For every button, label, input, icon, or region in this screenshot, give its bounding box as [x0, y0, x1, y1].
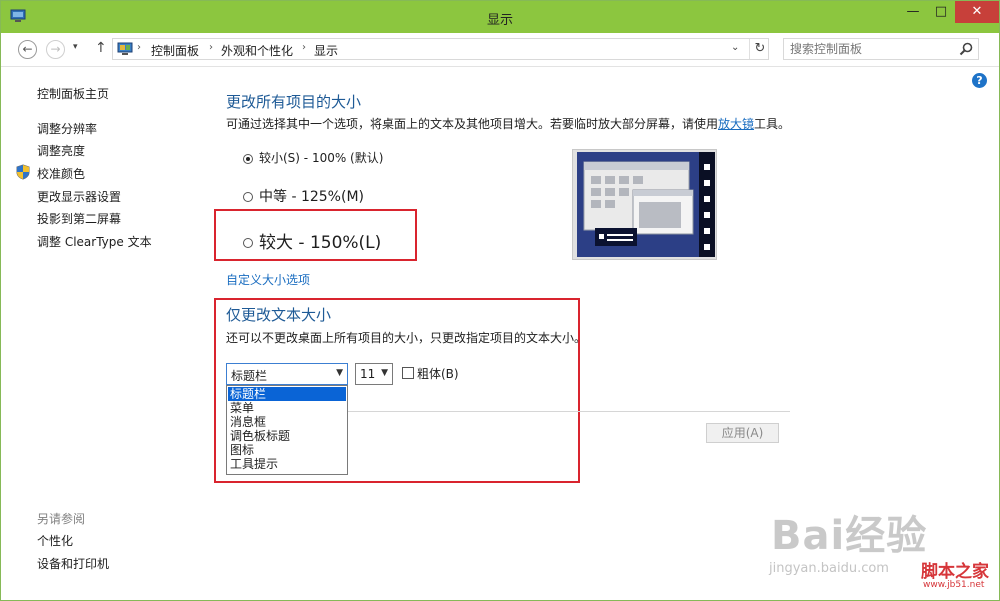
sidebar-home-link[interactable]: 控制面板主页	[37, 85, 109, 102]
magnifier-link[interactable]: 放大镜	[718, 117, 754, 131]
search-input[interactable]	[790, 41, 950, 57]
help-icon[interactable]: ?	[972, 73, 987, 88]
text-section-heading: 仅更改文本大小	[226, 306, 332, 324]
chevron-down-icon: ▼	[381, 368, 388, 378]
description-text: 可通过选择其中一个选项，将桌面上的文本及其他项目增大。若要临时放大部分屏幕，请使…	[226, 117, 719, 131]
radio-option-smaller[interactable]: 较小(S) - 100% (默认)	[243, 149, 383, 166]
radio-option-medium[interactable]: 中等 - 125%(M)	[243, 186, 364, 206]
size-preview-image	[572, 149, 717, 260]
close-button[interactable]: ✕	[955, 1, 999, 23]
breadcrumb-control-panel[interactable]: 控制面板	[151, 42, 199, 59]
description-text: 工具。	[754, 117, 791, 131]
sidebar-item-calibrate-color[interactable]: 校准颜色	[37, 165, 85, 182]
breadcrumb-separator: ›	[302, 42, 306, 53]
search-box[interactable]	[783, 38, 979, 60]
dropdown-option-menu[interactable]: 菜单	[228, 401, 346, 415]
sidebar-item-display-settings[interactable]: 更改显示器设置	[37, 188, 121, 205]
maximize-button[interactable]: □	[927, 1, 955, 23]
size-section-heading: 更改所有项目的大小	[226, 93, 362, 111]
text-item-select[interactable]: 标题栏 ▼	[226, 363, 348, 385]
text-item-select-value: 标题栏	[231, 369, 268, 383]
window-title: 显示	[486, 13, 513, 28]
shield-icon	[16, 164, 30, 180]
sidebar-item-devices-printers[interactable]: 设备和打印机	[37, 555, 109, 572]
address-bar[interactable]: › 控制面板 › 外观和个性化 › 显示 ⌄ ↻	[112, 38, 769, 60]
refresh-icon[interactable]: ↻	[749, 39, 770, 59]
site-watermark: 脚本之家	[921, 562, 989, 582]
desktop-preview-icon	[577, 152, 715, 257]
radio-label: 中等 - 125%(M)	[259, 189, 364, 205]
minimize-button[interactable]: —	[899, 1, 927, 23]
breadcrumb-separator: ›	[137, 42, 141, 53]
baidu-watermark-url: jingyan.baidu.com	[769, 561, 889, 576]
custom-size-link[interactable]: 自定义大小选项	[226, 271, 310, 288]
radio-button[interactable]	[243, 153, 253, 164]
dropdown-option-palette-title[interactable]: 调色板标题	[228, 429, 346, 443]
sidebar-item-second-screen[interactable]: 投影到第二屏幕	[37, 210, 121, 227]
recent-locations-dropdown[interactable]: ▾	[73, 42, 78, 52]
radio-button[interactable]	[243, 192, 253, 202]
dropdown-option-tooltip[interactable]: 工具提示	[228, 457, 346, 471]
dropdown-option-message-box[interactable]: 消息框	[228, 415, 346, 429]
site-watermark-url: www.jb51.net	[923, 580, 985, 590]
window: 显示 — □ ✕ ← → ▾ ↑ › 控制面板 › 外观和个性化 › 显示 ⌄ …	[0, 0, 1000, 601]
text-size-select[interactable]: 11 ▼	[355, 363, 393, 385]
sidebar-item-brightness[interactable]: 调整亮度	[37, 142, 85, 159]
highlight-box-larger-option	[214, 209, 417, 261]
breadcrumb-appearance[interactable]: 外观和个性化	[221, 42, 293, 59]
text-size-select-value: 11	[360, 367, 376, 381]
breadcrumb-separator: ›	[209, 42, 213, 53]
search-icon[interactable]	[958, 41, 974, 57]
back-button[interactable]: ←	[18, 40, 37, 59]
title-bar: 显示 — □ ✕	[1, 1, 999, 33]
address-dropdown-icon[interactable]: ⌄	[731, 42, 739, 53]
size-section-description: 可通过选择其中一个选项，将桌面上的文本及其他项目增大。若要临时放大部分屏幕，请使…	[226, 115, 790, 132]
chevron-down-icon: ▼	[336, 368, 343, 378]
sidebar-item-personalization[interactable]: 个性化	[37, 532, 73, 549]
sidebar-item-resolution[interactable]: 调整分辨率	[37, 120, 97, 137]
sidebar-item-cleartype[interactable]: 调整 ClearType 文本	[37, 233, 152, 250]
radio-label: 较小(S) - 100% (默认)	[259, 151, 384, 165]
apply-button[interactable]: 应用(A)	[706, 423, 779, 443]
navigation-bar: ← → ▾ ↑ › 控制面板 › 外观和个性化 › 显示 ⌄ ↻	[1, 33, 999, 67]
text-section-description: 还可以不更改桌面上所有项目的大小，只更改指定项目的文本大小。	[226, 331, 587, 345]
dropdown-option-icon[interactable]: 图标	[228, 443, 346, 457]
bold-checkbox[interactable]	[402, 367, 414, 379]
breadcrumb-display[interactable]: 显示	[314, 42, 338, 59]
bold-checkbox-label[interactable]: 粗体(B)	[417, 365, 459, 382]
baidu-watermark: Bai经验	[771, 513, 928, 559]
dropdown-option-title-bar[interactable]: 标题栏	[228, 387, 346, 401]
forward-button[interactable]: →	[46, 40, 65, 59]
text-item-dropdown-list[interactable]: 标题栏 菜单 消息框 调色板标题 图标 工具提示	[226, 385, 348, 475]
control-panel-icon	[117, 42, 133, 55]
up-button[interactable]: ↑	[95, 40, 107, 56]
see-also-heading: 另请参阅	[37, 512, 86, 526]
